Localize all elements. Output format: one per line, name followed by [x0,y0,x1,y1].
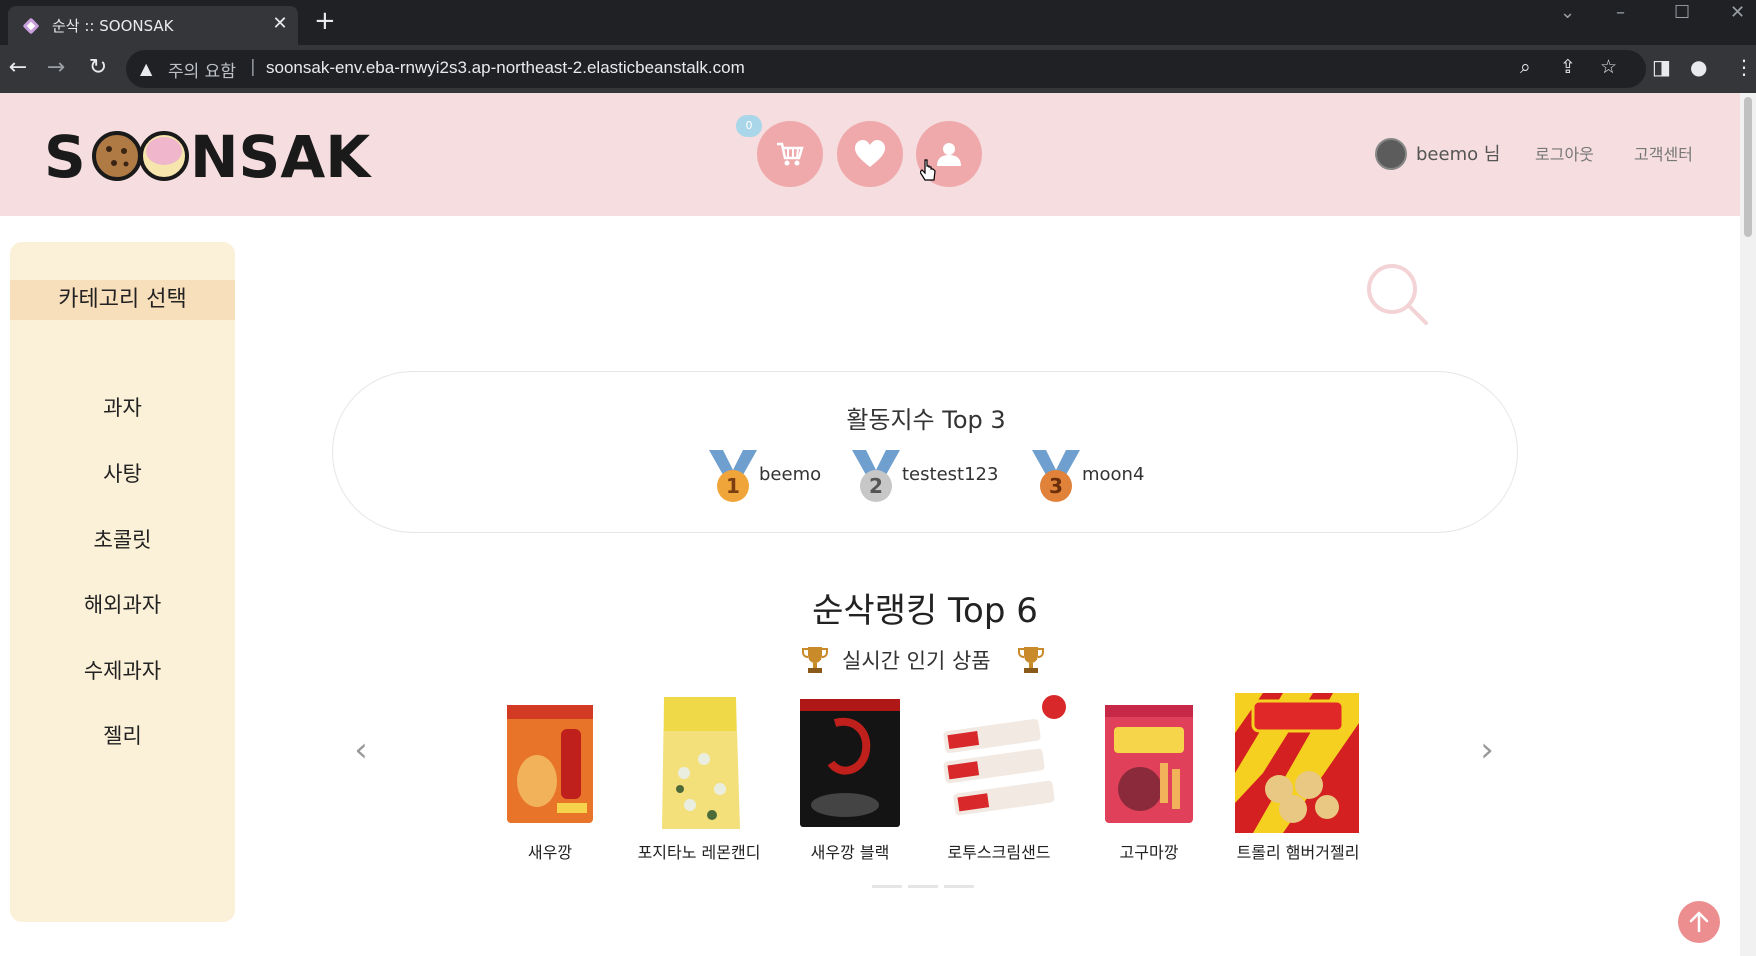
carousel-prev-icon[interactable]: ‹ [346,730,376,770]
pagination-dot[interactable] [944,885,974,888]
bookmark-star-icon[interactable]: ☆ [1600,56,1617,78]
support-link[interactable]: 고객센터 [1634,141,1693,165]
rank-entry-1[interactable]: 1 beemo [707,448,827,504]
site-header: S NSAK 0 beemo 님 로그아웃 고객센터 [0,93,1740,216]
carousel-pagination [872,873,980,892]
activity-top3-panel: 활동지수 Top 3 1 beemo 2 testest123 3 moon4 [332,371,1518,533]
scrollbar-thumb[interactable] [1744,97,1752,237]
rank-entry-3[interactable]: 3 moon4 [1030,448,1160,504]
activity-title: 활동지수 Top 3 [846,406,1006,434]
rank-name: moon4 [1082,464,1145,485]
share-icon[interactable]: ⇪ [1560,56,1576,78]
silver-medal-icon: 2 [852,450,900,502]
mouse-cursor-icon [920,159,936,181]
back-icon[interactable]: ← [4,55,32,80]
sidebar-title: 카테고리 선택 [10,280,235,320]
browser-toolbar: ← → ↻ ▲ 주의 요함 | soonsak-env.eba-rnwyi2s3… [0,45,1756,93]
sidebar-item-snack[interactable]: 과자 [10,392,235,422]
logo[interactable]: S NSAK [44,123,384,191]
zoom-icon[interactable]: ⌕ [1520,56,1531,78]
page: S NSAK 0 beemo 님 로그아웃 고객센터 카테고리 선택 과자 사탕… [0,93,1740,956]
svg-text:NSAK: NSAK [190,125,372,185]
warning-icon[interactable]: ▲ [140,59,152,78]
url-separator: | [250,57,256,77]
trophy-icon [1018,647,1044,673]
tab-title: 순삭 :: SOONSAK [52,17,174,35]
tab-search-icon[interactable]: ⌄ [1560,2,1575,23]
user-icon [937,143,961,166]
ranking-subtitle: 실시간 인기 상품 [842,649,991,673]
forward-icon[interactable]: → [42,55,70,80]
side-panel-icon[interactable]: ◨ [1652,55,1671,79]
sidebar-item-handmade-snack[interactable]: 수제과자 [10,655,235,685]
maximize-icon[interactable]: ☐ [1674,2,1690,23]
cart-icon [777,142,804,166]
rank-name: testest123 [902,464,999,485]
cart-button[interactable] [757,121,823,187]
username[interactable]: beemo 님 [1416,140,1500,166]
security-warning[interactable]: 주의 요함 [168,57,236,82]
search-icon[interactable] [1364,261,1430,327]
browser-tab-bar: 순삭 :: SOONSAK ✕ + ⌄ – ☐ ✕ [0,0,1756,45]
logout-link[interactable]: 로그아웃 [1535,141,1594,165]
browser-tab[interactable]: 순삭 :: SOONSAK ✕ [8,6,298,45]
product-image[interactable] [924,693,1074,833]
pagination-dot[interactable] [908,885,938,888]
minimize-icon[interactable]: – [1616,2,1625,23]
sidebar-item-candy[interactable]: 사탕 [10,458,235,488]
url-text[interactable]: soonsak-env.eba-rnwyi2s3.ap-northeast-2.… [266,58,745,78]
sidebar-item-jelly[interactable]: 젤리 [10,720,235,750]
product-image[interactable] [1223,693,1373,833]
rank-entry-2[interactable]: 2 testest123 [850,448,1010,504]
svg-text:1: 1 [726,474,740,498]
svg-text:2: 2 [869,474,883,498]
profile-icon[interactable]: ● [1690,55,1707,79]
sidebar-item-chocolate[interactable]: 초콜릿 [10,524,235,554]
heart-icon [855,140,885,167]
carousel-next-icon[interactable]: › [1472,730,1502,770]
page-scrollbar[interactable] [1740,93,1756,956]
trophy-icon [802,647,828,673]
arrow-up-icon [1689,911,1709,933]
reload-icon[interactable]: ↻ [84,55,112,80]
cart-count-badge: 0 [736,115,762,137]
gold-medal-icon: 1 [709,450,757,502]
pagination-dot[interactable] [872,885,902,888]
bronze-medal-icon: 3 [1032,450,1080,502]
new-tab-button[interactable]: + [314,8,336,34]
product-image[interactable] [475,693,625,833]
product-name: 트롤리 햄버거젤리 [1236,843,1360,862]
tab-close-icon[interactable]: ✕ [270,13,290,34]
avatar[interactable] [1375,138,1407,170]
ranking-subtitle-row: 실시간 인기 상품 [790,643,1080,677]
svg-text:3: 3 [1049,474,1063,498]
favicon-icon [23,18,39,34]
close-window-icon[interactable]: ✕ [1730,2,1745,23]
product-image[interactable] [1074,693,1224,833]
logo-image: S NSAK [44,123,372,191]
category-sidebar: 카테고리 선택 과자 사탕 초콜릿 해외과자 수제과자 젤리 [10,242,235,922]
rank-name: beemo [759,464,822,485]
product-image[interactable] [775,693,925,833]
svg-text:S: S [44,125,86,185]
address-bar[interactable]: ▲ 주의 요함 | soonsak-env.eba-rnwyi2s3.ap-no… [126,50,1646,88]
scroll-to-top-button[interactable] [1678,901,1720,943]
product-image[interactable] [624,693,774,833]
ranking-title: 순삭랭킹 Top 6 [812,591,1038,631]
menu-icon[interactable]: ⋮ [1734,55,1754,79]
wishlist-button[interactable] [837,121,903,187]
